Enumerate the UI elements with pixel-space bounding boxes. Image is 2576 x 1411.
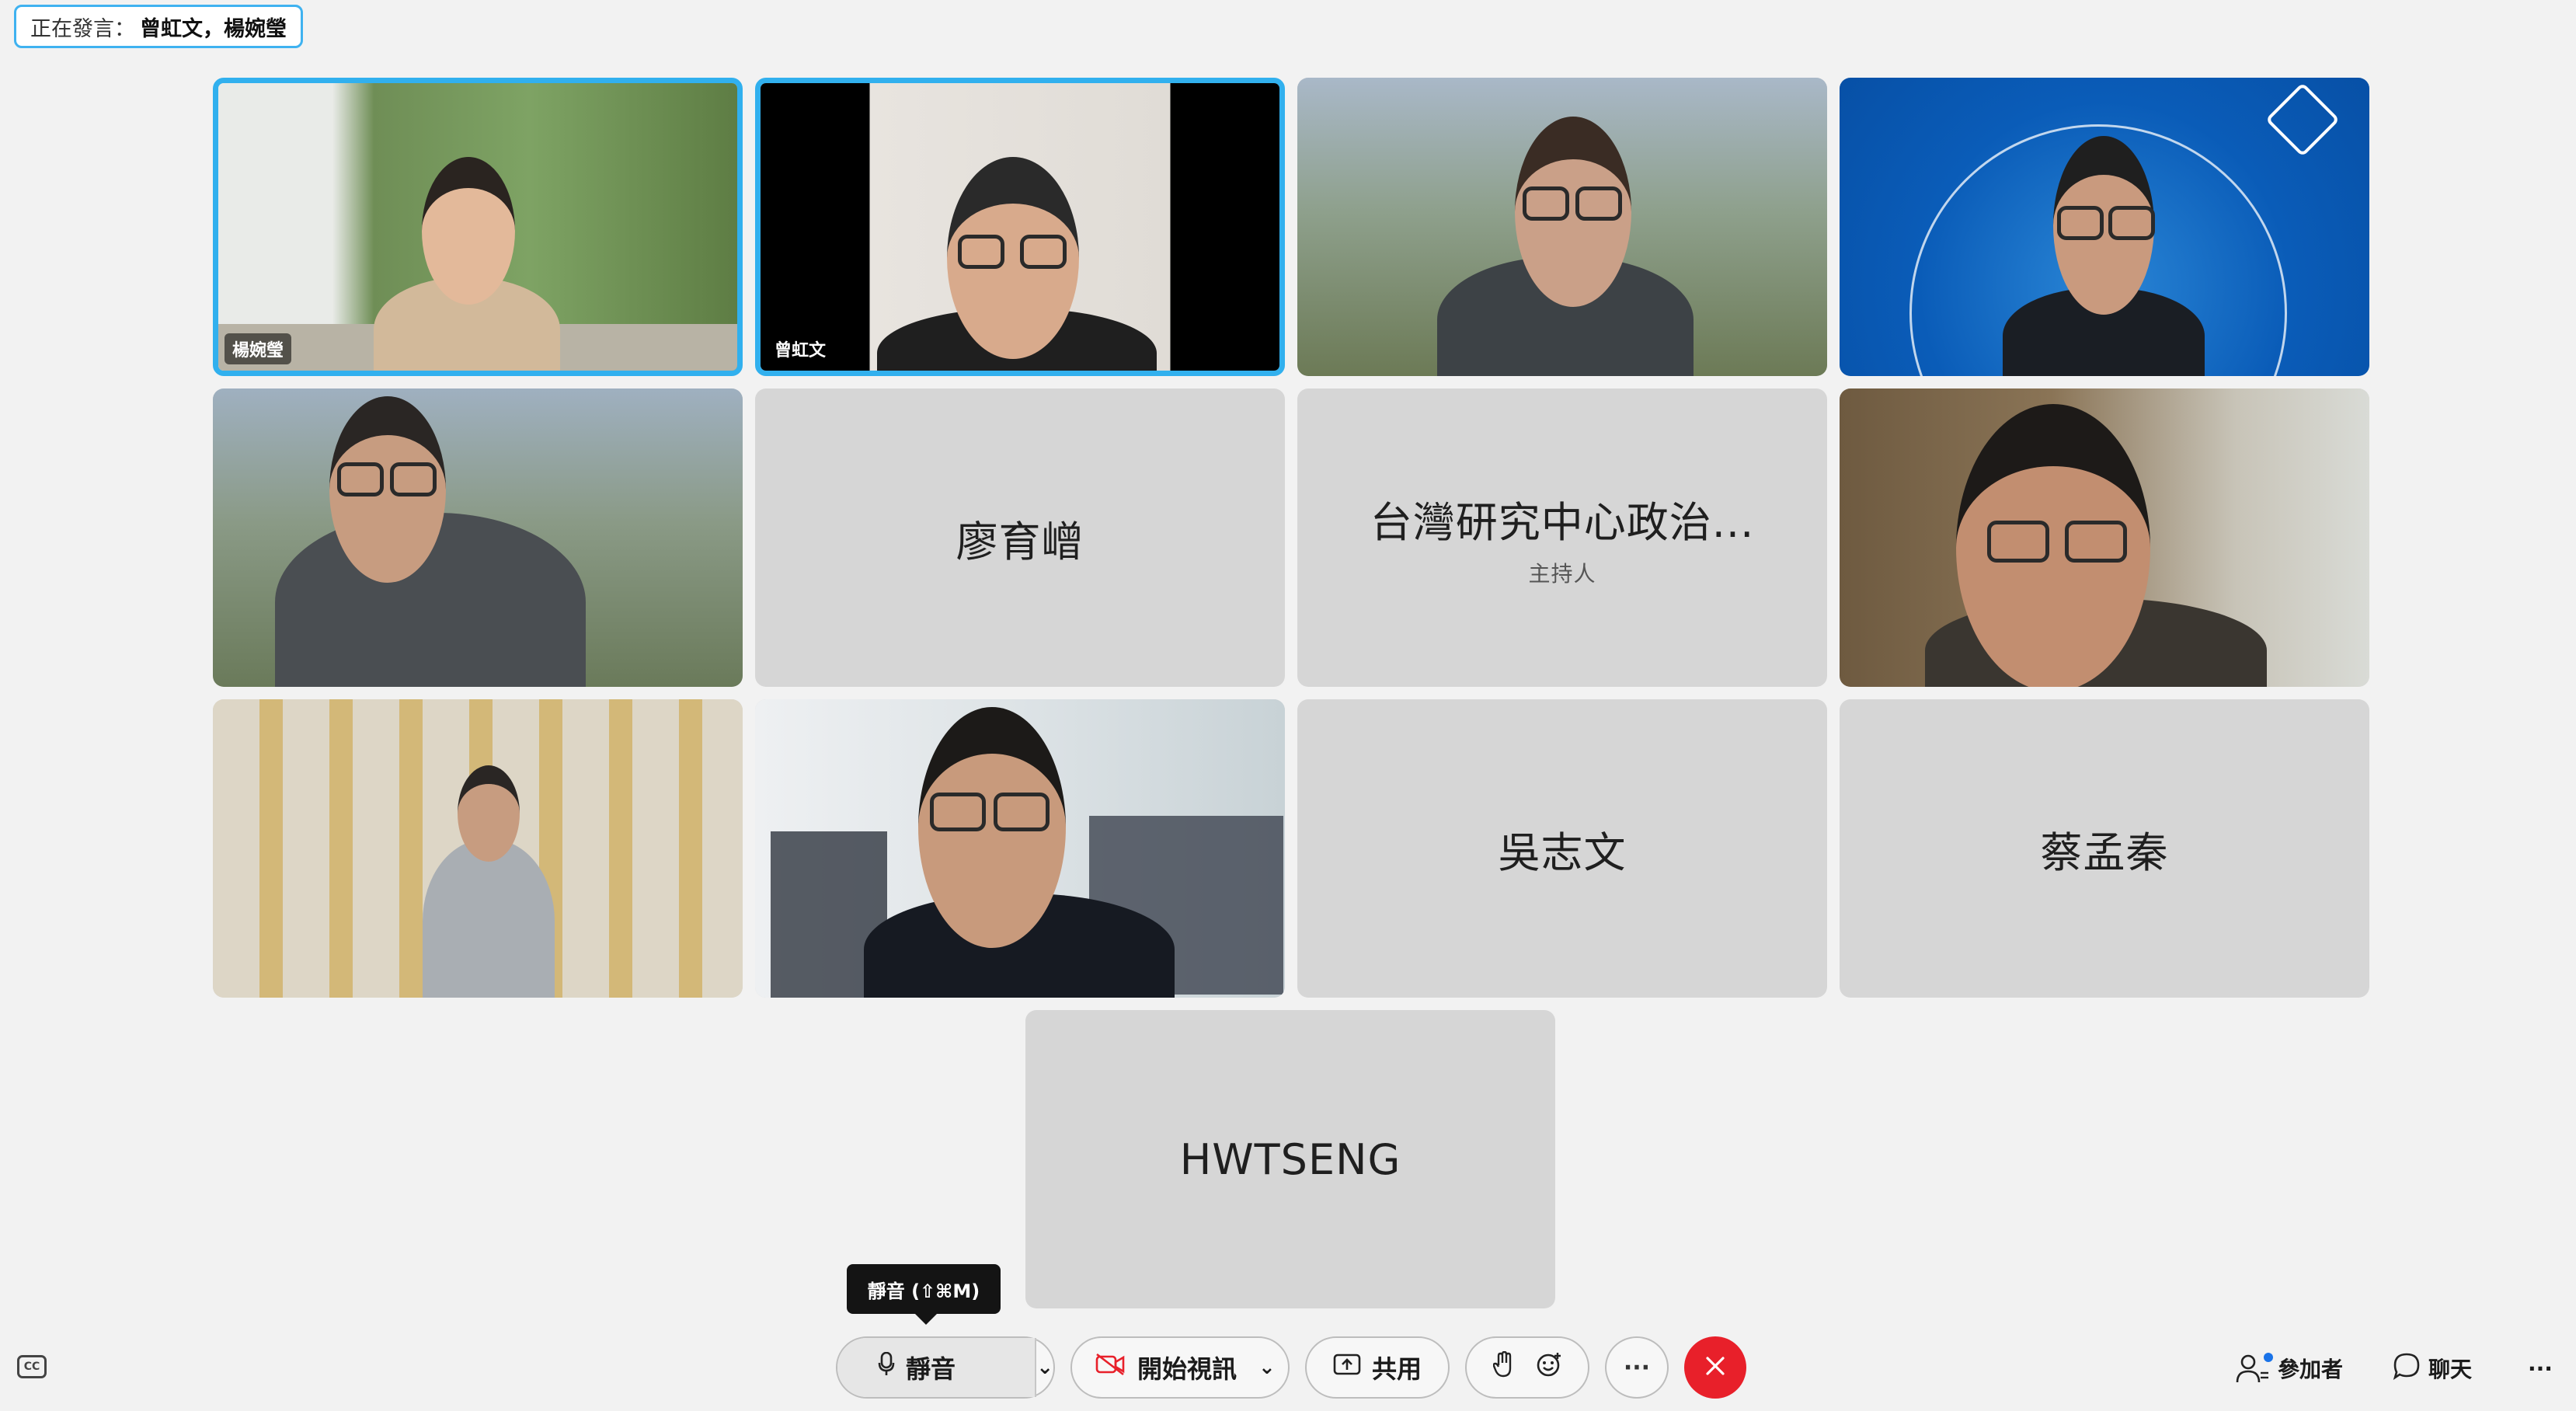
share-screen-icon: [1333, 1353, 1361, 1382]
video-feed: [218, 83, 737, 371]
meeting-window: 正在發言： 曾虹文，楊婉瑩 楊婉瑩 曾虹文 廖育嶒 台灣研究中心政治... 主持…: [0, 0, 2576, 1411]
participants-icon: [2236, 1353, 2273, 1384]
video-off-icon: [1095, 1353, 1126, 1382]
mute-options-chevron-down-icon[interactable]: ⌄: [1036, 1356, 1053, 1379]
close-icon: [1704, 1355, 1726, 1380]
participant-name: 吳志文: [1498, 827, 1627, 877]
video-tile-9[interactable]: [213, 699, 743, 998]
participant-name: HWTSENG: [1179, 1134, 1401, 1184]
video-tile-5[interactable]: [213, 388, 743, 687]
video-control[interactable]: 開始視訊 ⌄: [1070, 1336, 1290, 1399]
participant-name: 台灣研究中心政治...: [1370, 497, 1755, 547]
participant-name: 廖育嶒: [956, 517, 1084, 566]
raise-hand-icon[interactable]: [1492, 1350, 1515, 1384]
avatar-tile-11[interactable]: 吳志文: [1297, 699, 1827, 998]
share-label: 共用: [1371, 1354, 1422, 1384]
participant-name-tag: 曾虹文: [767, 333, 834, 364]
video-tile-8[interactable]: [1840, 388, 2369, 687]
avatar-tile-13[interactable]: HWTSENG: [1025, 1010, 1555, 1308]
avatar-tile-12[interactable]: 蔡孟秦: [1840, 699, 2369, 998]
participants-button[interactable]: 參加者: [2236, 1349, 2343, 1388]
video-feed: [1840, 388, 2369, 687]
mute-button[interactable]: 靜音: [837, 1338, 1036, 1397]
participant-name-tag: 楊婉瑩: [225, 333, 292, 364]
more-icon: ···: [1623, 1354, 1651, 1381]
start-video-label: 開始視訊: [1137, 1354, 1238, 1384]
microphone-icon: [878, 1351, 895, 1383]
avatar-tile-7[interactable]: 台灣研究中心政治... 主持人: [1297, 388, 1827, 687]
chat-label: 聊天: [2428, 1357, 2473, 1382]
video-tile-2[interactable]: 曾虹文: [755, 78, 1285, 376]
video-tile-10[interactable]: [755, 699, 1285, 998]
mute-label: 靜音: [906, 1354, 956, 1384]
video-feed: [1297, 78, 1827, 376]
video-feed: [755, 699, 1285, 998]
overflow-menu-button[interactable]: ···: [2528, 1349, 2553, 1388]
video-tile-1[interactable]: 楊婉瑩: [213, 78, 743, 376]
leave-meeting-button[interactable]: [1684, 1336, 1746, 1399]
chat-bubble-icon: [2393, 1352, 2421, 1385]
mute-tooltip: 靜音 (⇧⌘M): [847, 1264, 1001, 1325]
reactions-control: [1465, 1336, 1589, 1399]
notification-dot-icon: [2264, 1353, 2273, 1362]
video-tile-4[interactable]: [1840, 78, 2369, 376]
speaking-names: 曾虹文，楊婉瑩: [140, 16, 287, 41]
video-tile-3[interactable]: [1297, 78, 1827, 376]
emoji-reaction-icon[interactable]: [1536, 1351, 1562, 1384]
overflow-icon: ···: [2528, 1355, 2553, 1381]
participants-label: 參加者: [2278, 1357, 2344, 1382]
closed-caption-button[interactable]: CC: [17, 1355, 47, 1378]
mute-control: 靜音 ⌄: [836, 1336, 1055, 1399]
host-label: 主持人: [1528, 560, 1596, 587]
speaking-indicator: 正在發言： 曾虹文，楊婉瑩: [14, 5, 303, 48]
share-button[interactable]: 共用: [1305, 1336, 1450, 1399]
video-feed: [761, 83, 1279, 371]
video-feed: [213, 388, 743, 687]
video-feed: [1840, 78, 2369, 376]
avatar-tile-6[interactable]: 廖育嶒: [755, 388, 1285, 687]
chat-button[interactable]: 聊天: [2393, 1349, 2472, 1388]
more-options-button[interactable]: ···: [1605, 1336, 1669, 1399]
video-options-chevron-down-icon[interactable]: ⌄: [1258, 1356, 1276, 1379]
participant-name: 蔡孟秦: [2040, 827, 2169, 877]
video-feed: [213, 699, 743, 998]
start-video-button[interactable]: 開始視訊 ⌄: [1072, 1350, 1276, 1385]
cc-icon: CC: [23, 1360, 40, 1373]
speaking-label: 正在發言：: [30, 16, 135, 41]
